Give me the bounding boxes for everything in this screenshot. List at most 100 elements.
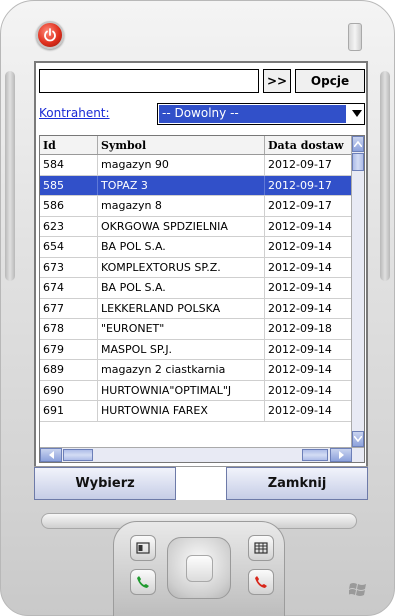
table-row[interactable]: 689 magazyn 2 ciastkarnia 2012-09-14 bbox=[40, 360, 352, 381]
horizontal-scrollbar[interactable] bbox=[40, 447, 364, 462]
screen: >> Opcje Kontrahent: -- Dowolny -- Id Sy… bbox=[34, 61, 368, 499]
dpad[interactable] bbox=[167, 537, 231, 599]
grid-header: Id Symbol Data dostaw bbox=[40, 136, 352, 155]
horizontal-scroll-track-marker bbox=[302, 449, 328, 461]
cell-date: 2012-09-17 bbox=[265, 175, 352, 195]
grid-icon bbox=[254, 542, 268, 554]
cell-date: 2012-09-14 bbox=[265, 257, 352, 277]
device-shell: >> Opcje Kontrahent: -- Dowolny -- Id Sy… bbox=[0, 0, 395, 616]
cell-symbol: MASPOL SP.J. bbox=[98, 339, 265, 359]
go-button[interactable]: >> bbox=[263, 69, 291, 93]
cell-symbol: magazyn 2 ciastkarnia bbox=[98, 360, 265, 380]
cell-date: 2012-09-18 bbox=[265, 319, 352, 339]
vertical-scrollbar[interactable] bbox=[351, 136, 364, 447]
horizontal-scroll-thumb[interactable] bbox=[63, 449, 93, 461]
chevron-left-icon bbox=[48, 451, 54, 459]
cell-symbol: magazyn 90 bbox=[98, 155, 265, 175]
grid-body: 584 magazyn 90 2012-09-17 585 TOPAZ 3 2012-09… bbox=[40, 155, 352, 422]
softkey-bar: Wybierz Zamknij bbox=[34, 466, 368, 500]
column-header-date[interactable]: Data dostaw bbox=[265, 136, 352, 154]
cell-id: 654 bbox=[40, 237, 98, 257]
cell-date: 2012-09-17 bbox=[265, 196, 352, 216]
cell-symbol: LEKKERLAND POLSKA bbox=[98, 298, 265, 318]
contractor-label[interactable]: Kontrahent: bbox=[39, 106, 110, 120]
cell-date: 2012-09-17 bbox=[265, 155, 352, 175]
power-button[interactable] bbox=[36, 21, 64, 49]
chevron-up-icon bbox=[354, 141, 362, 147]
right-softkey-hw[interactable] bbox=[248, 535, 274, 561]
cell-symbol: magazyn 8 bbox=[98, 196, 265, 216]
cell-symbol: KOMPLEXTORUS SP.Z. bbox=[98, 257, 265, 277]
phone-end-icon bbox=[255, 576, 267, 588]
table-row[interactable]: 585 TOPAZ 3 2012-09-17 bbox=[40, 175, 352, 196]
table-row[interactable]: 678 "EURONET" 2012-09-18 bbox=[40, 319, 352, 340]
cell-id: 585 bbox=[40, 175, 98, 195]
cell-date: 2012-09-14 bbox=[265, 360, 352, 380]
select-button[interactable]: Wybierz bbox=[34, 467, 176, 500]
cell-id: 586 bbox=[40, 196, 98, 216]
cell-id: 673 bbox=[40, 257, 98, 277]
cell-date: 2012-09-14 bbox=[265, 339, 352, 359]
cell-symbol: OKRGOWA SPDZIELNIA bbox=[98, 216, 265, 236]
table-row[interactable]: 586 magazyn 8 2012-09-17 bbox=[40, 196, 352, 217]
table-row[interactable]: 673 KOMPLEXTORUS SP.Z. 2012-09-14 bbox=[40, 257, 352, 278]
contractor-select[interactable]: -- Dowolny -- bbox=[157, 103, 365, 125]
scroll-down-button[interactable] bbox=[352, 431, 364, 447]
table-row[interactable]: 690 HURTOWNIA"OPTIMAL"J 2012-09-14 bbox=[40, 380, 352, 401]
cell-date: 2012-09-14 bbox=[265, 298, 352, 318]
column-header-id[interactable]: Id bbox=[40, 136, 98, 154]
windows-logo-icon bbox=[349, 583, 366, 596]
cell-id: 674 bbox=[40, 278, 98, 298]
side-grip-right bbox=[380, 71, 390, 281]
cell-symbol: HURTOWNIA"OPTIMAL"J bbox=[98, 380, 265, 400]
cell-date: 2012-09-14 bbox=[265, 380, 352, 400]
table-row[interactable]: 679 MASPOL SP.J. 2012-09-14 bbox=[40, 339, 352, 360]
table-row[interactable]: 691 HURTOWNIA FAREX 2012-09-14 bbox=[40, 401, 352, 422]
cell-id: 623 bbox=[40, 216, 98, 236]
cell-id: 691 bbox=[40, 401, 98, 421]
search-input[interactable] bbox=[39, 69, 259, 93]
contractor-select-value: -- Dowolny -- bbox=[159, 105, 346, 123]
side-grip-left bbox=[5, 71, 15, 281]
cell-id: 584 bbox=[40, 155, 98, 175]
left-softkey-hw[interactable] bbox=[130, 535, 156, 561]
cell-id: 678 bbox=[40, 319, 98, 339]
scroll-right-button[interactable] bbox=[330, 448, 352, 462]
contractor-filter: Kontrahent: -- Dowolny -- bbox=[39, 103, 365, 125]
cell-id: 690 bbox=[40, 380, 98, 400]
end-call-button[interactable] bbox=[248, 569, 274, 595]
table-row[interactable]: 623 OKRGOWA SPDZIELNIA 2012-09-14 bbox=[40, 216, 352, 237]
cell-symbol: TOPAZ 3 bbox=[98, 175, 265, 195]
table-row[interactable]: 674 BA POL S.A. 2012-09-14 bbox=[40, 278, 352, 299]
side-key[interactable] bbox=[348, 23, 362, 51]
table-row[interactable]: 584 magazyn 90 2012-09-17 bbox=[40, 155, 352, 176]
cell-date: 2012-09-14 bbox=[265, 401, 352, 421]
cell-symbol: BA POL S.A. bbox=[98, 237, 265, 257]
scroll-up-button[interactable] bbox=[352, 136, 364, 152]
phone-call-icon bbox=[137, 576, 149, 588]
cell-symbol: BA POL S.A. bbox=[98, 278, 265, 298]
documents-grid: Id Symbol Data dostaw 584 magazyn 90 2012-… bbox=[39, 135, 365, 463]
table-row[interactable]: 677 LEKKERLAND POLSKA 2012-09-14 bbox=[40, 298, 352, 319]
scroll-left-button[interactable] bbox=[40, 448, 62, 462]
cell-date: 2012-09-14 bbox=[265, 216, 352, 236]
cell-symbol: HURTOWNIA FAREX bbox=[98, 401, 265, 421]
cell-symbol: "EURONET" bbox=[98, 319, 265, 339]
cell-date: 2012-09-14 bbox=[265, 237, 352, 257]
chevron-right-icon bbox=[338, 451, 344, 459]
dpad-center-button[interactable] bbox=[186, 555, 213, 582]
vertical-scroll-thumb[interactable] bbox=[352, 153, 364, 171]
cell-id: 677 bbox=[40, 298, 98, 318]
options-button[interactable]: Opcje bbox=[295, 69, 365, 93]
search-row: >> Opcje bbox=[39, 69, 365, 93]
column-header-symbol[interactable]: Symbol bbox=[98, 136, 265, 154]
call-button[interactable] bbox=[130, 569, 156, 595]
close-button[interactable]: Zamknij bbox=[226, 467, 368, 500]
power-icon bbox=[44, 28, 56, 42]
chevron-down-icon bbox=[354, 436, 362, 442]
cell-date: 2012-09-14 bbox=[265, 278, 352, 298]
table-row[interactable]: 654 BA POL S.A. 2012-09-14 bbox=[40, 237, 352, 258]
chevron-down-icon bbox=[352, 110, 362, 117]
cell-id: 689 bbox=[40, 360, 98, 380]
cell-id: 679 bbox=[40, 339, 98, 359]
